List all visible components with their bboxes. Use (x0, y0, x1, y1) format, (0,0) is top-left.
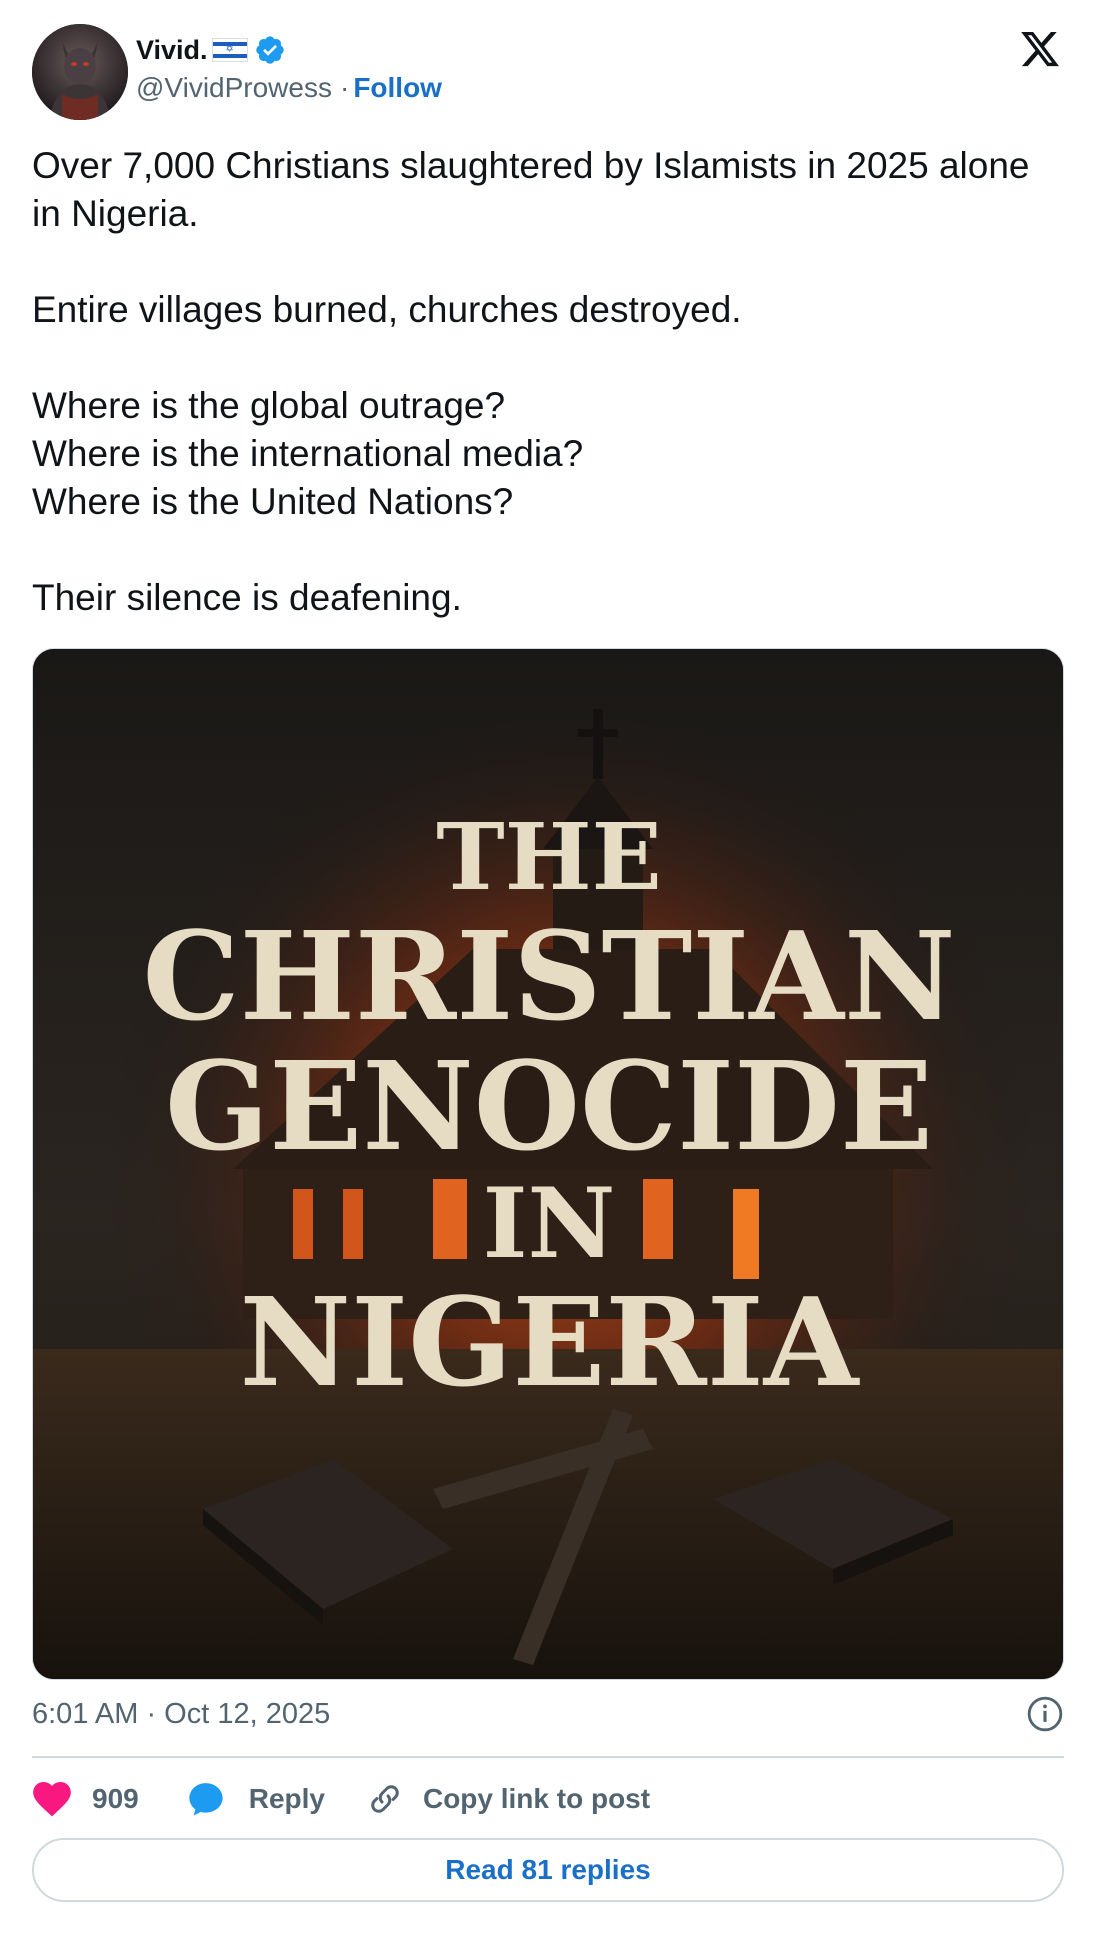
info-icon[interactable] (1026, 1695, 1064, 1733)
headline-line: THE (436, 803, 662, 911)
heart-icon (33, 1781, 71, 1817)
avatar[interactable] (32, 24, 128, 120)
display-name[interactable]: Vivid. (136, 35, 208, 66)
headline-line: GENOCIDE (165, 1034, 933, 1178)
tweet-meta: 6:01 AM · Oct 12, 2025 (32, 1694, 1064, 1734)
timestamp-link[interactable]: 6:01 AM · Oct 12, 2025 (32, 1698, 330, 1731)
copy-link-button[interactable]: Copy link to post (367, 1781, 650, 1817)
follow-button[interactable]: Follow (353, 72, 442, 104)
copy-link-label: Copy link to post (422, 1783, 651, 1814)
action-bar: 909 Reply Copy link to post (32, 1776, 650, 1822)
tweet-embed: Vivid. ✡ @VividProwess · Follow Over 7,0… (0, 0, 1096, 1934)
link-icon (371, 1785, 399, 1813)
tweet-text: Over 7,000 Christians slaughtered by Isl… (32, 145, 1030, 618)
headline-line: NIGERIA (240, 1270, 861, 1414)
author-name-row: Vivid. ✡ (136, 30, 286, 70)
headline-line: IN (483, 1167, 616, 1280)
headline-line: CHRISTIAN (143, 904, 956, 1048)
like-button[interactable]: 909 (32, 1781, 139, 1817)
reply-button[interactable]: Reply (187, 1780, 325, 1818)
israel-flag-icon: ✡ (211, 38, 248, 62)
reply-label: Reply (248, 1783, 325, 1814)
x-logo-icon[interactable] (1018, 28, 1062, 70)
handle-row: @VividProwess · Follow (136, 72, 442, 104)
reply-bubble-icon (189, 1783, 223, 1816)
verified-badge-icon (255, 36, 284, 64)
divider (32, 1756, 1064, 1758)
read-replies-button[interactable]: Read 81 replies (32, 1838, 1064, 1902)
like-count: 909 (92, 1783, 139, 1814)
tweet-image[interactable]: THE CHRISTIAN GENOCIDE IN NIGERIA (32, 648, 1064, 1680)
handle[interactable]: @VividProwess (136, 72, 332, 104)
separator: · (339, 72, 350, 103)
